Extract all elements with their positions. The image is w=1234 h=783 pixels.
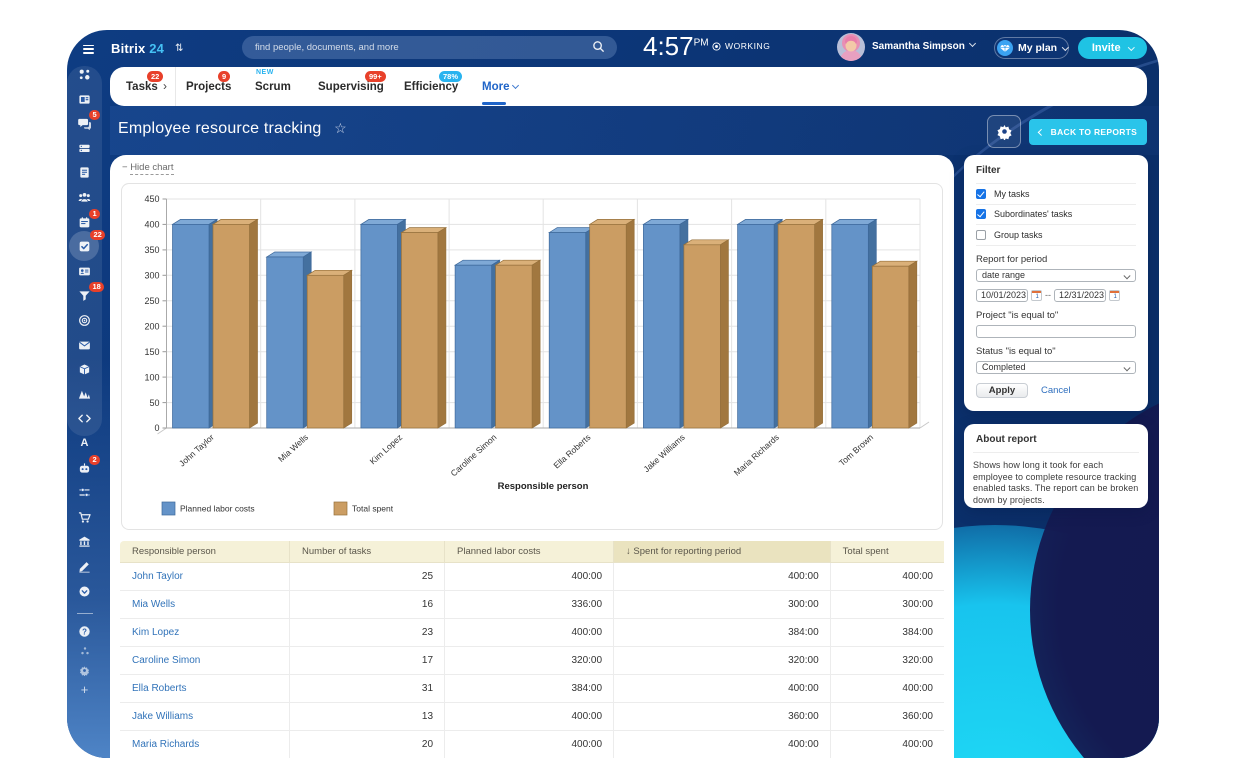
svg-text:Mia Wells: Mia Wells	[276, 432, 310, 464]
svg-text:Jake Williams: Jake Williams	[641, 432, 686, 474]
svg-text:Tom Brown: Tom Brown	[837, 432, 875, 468]
svg-text:450: 450	[144, 194, 159, 204]
svg-text:150: 150	[144, 347, 159, 357]
svg-text:400: 400	[144, 220, 159, 230]
svg-text:100: 100	[144, 372, 159, 382]
svg-text:Responsible person: Responsible person	[498, 481, 589, 492]
svg-text:?: ?	[82, 627, 87, 636]
svg-text:Ella Roberts: Ella Roberts	[551, 432, 592, 470]
svg-text:0: 0	[154, 423, 159, 433]
svg-text:John Taylor: John Taylor	[177, 432, 216, 469]
svg-text:350: 350	[144, 245, 159, 255]
svg-text:Total spent: Total spent	[352, 504, 394, 514]
svg-text:Kim Lopez: Kim Lopez	[368, 432, 405, 466]
svg-text:Planned labor costs: Planned labor costs	[180, 504, 255, 514]
svg-text:300: 300	[144, 271, 159, 281]
svg-text:250: 250	[144, 296, 159, 306]
svg-text:Caroline Simon: Caroline Simon	[449, 432, 499, 478]
svg-text:Maria Richards: Maria Richards	[732, 432, 781, 478]
svg-text:50: 50	[149, 398, 159, 408]
svg-text:200: 200	[144, 321, 159, 331]
